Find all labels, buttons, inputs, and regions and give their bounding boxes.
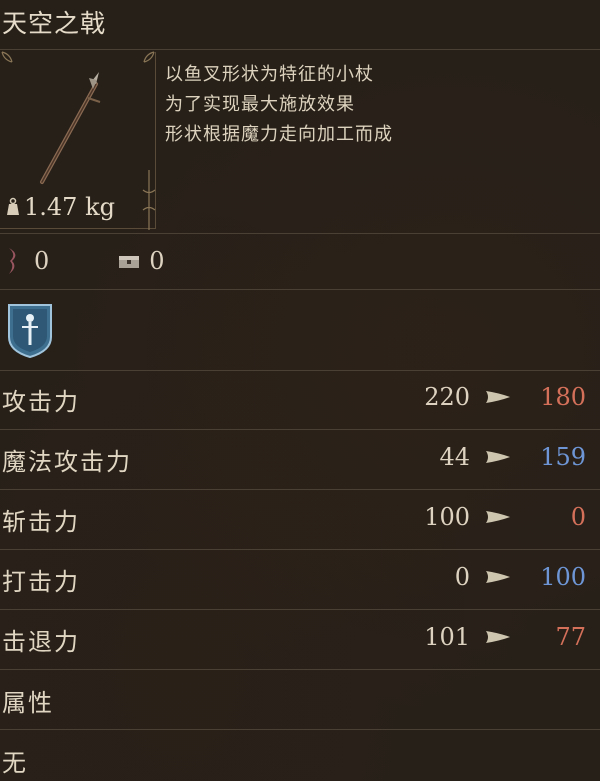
divider (0, 233, 600, 234)
stat-before: 44 (439, 443, 470, 471)
divider (0, 289, 600, 290)
stat-label: 打击力 (2, 568, 80, 596)
arrow-right-icon (486, 391, 510, 403)
ornament-icon (1, 51, 13, 63)
divider (0, 729, 600, 730)
resource-row: 0 0 (6, 246, 165, 276)
arrow-right-icon (486, 631, 510, 643)
divider (0, 429, 600, 430)
stat-row-magic-attack: 魔法攻击力 44 159 (0, 433, 600, 483)
divider (0, 489, 600, 490)
stat-before: 220 (424, 383, 470, 411)
divider (0, 49, 600, 50)
attribute-label: 属性 (2, 689, 54, 717)
description-line: 为了实现最大施放效果 (165, 94, 355, 115)
stat-row-attack: 攻击力 220 180 (0, 373, 600, 423)
divider (0, 609, 600, 610)
stat-label: 斩击力 (2, 508, 80, 536)
fp-cost-icon (9, 248, 16, 274)
stat-after: 159 (540, 443, 586, 471)
stat-row-strike: 打击力 0 100 (0, 553, 600, 603)
ornament-icon (142, 170, 156, 230)
chest-cost: 0 (117, 247, 165, 275)
stat-label: 魔法攻击力 (2, 448, 132, 476)
affinity-badge (7, 303, 53, 363)
stat-before: 100 (424, 503, 470, 531)
item-title: 天空之戟 (2, 9, 107, 38)
description-line: 形状根据魔力走向加工而成 (165, 124, 393, 145)
stat-row-slash: 斩击力 100 0 (0, 493, 600, 543)
stat-after: 100 (540, 563, 586, 591)
stat-before: 101 (424, 623, 470, 651)
stat-row-knockback: 击退力 101 77 (0, 613, 600, 663)
fp-cost-value: 0 (34, 247, 50, 275)
harpoon-staff-icon (40, 72, 101, 184)
arrow-right-icon (486, 451, 510, 463)
arrow-right-icon (486, 511, 510, 523)
item-weight: 1.47 kg (4, 193, 115, 221)
magic-shield-icon (8, 304, 52, 359)
stat-label: 击退力 (2, 628, 80, 656)
weight-icon (7, 197, 19, 215)
ornament-icon (143, 51, 155, 63)
description-line: 以鱼叉形状为特征的小杖 (165, 64, 374, 85)
stat-label: 攻击力 (2, 388, 80, 416)
stat-after: 77 (555, 623, 586, 651)
attribute-value: 无 (2, 749, 28, 777)
item-description: 以鱼叉形状为特征的小杖 为了实现最大施放效果 形状根据魔力走向加工而成 (165, 60, 393, 150)
divider (0, 370, 600, 371)
chest-icon (119, 256, 140, 268)
arrow-right-icon (486, 571, 510, 583)
divider (0, 549, 600, 550)
stat-before: 0 (454, 563, 470, 591)
divider (0, 669, 600, 670)
weight-value: 1.47 kg (24, 193, 115, 221)
fp-cost: 0 (6, 246, 49, 276)
stat-after: 180 (540, 383, 586, 411)
stat-after: 0 (570, 503, 586, 531)
chest-value: 0 (149, 247, 165, 275)
